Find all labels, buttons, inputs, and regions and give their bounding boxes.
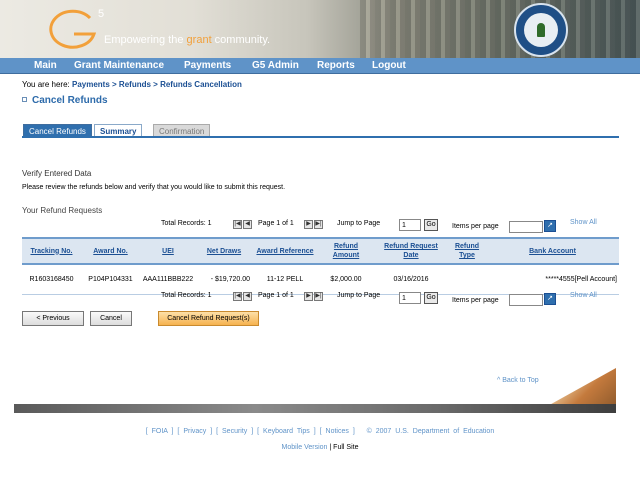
tab-underline [22,136,619,138]
nav-grant-maintenance[interactable]: Grant Maintenance [74,60,164,71]
col-tracking-no[interactable]: Tracking No. [22,237,81,265]
main-nav: Main Grant Maintenance Payments G5 Admin… [0,58,640,74]
pager-top: Total Records: 1 |◀ ◀ Page 1 of 1 ▶ ▶| J… [0,219,640,237]
footer-link-foia[interactable]: FOIA [152,428,168,435]
prev-page-button[interactable]: ◀ [243,292,252,301]
breadcrumb-payments[interactable]: Payments [72,80,110,89]
title-bullet-icon [22,97,27,102]
cell-award-reference: 11-12 PELL [252,264,318,295]
col-refund-type[interactable]: Refund Type [448,237,486,265]
items-per-page-input[interactable] [509,294,543,306]
cell-net-draws: - $19,720.00 [196,264,252,295]
full-site-label: Full Site [333,444,359,451]
table-header-row: Tracking No. Award No. UEI Net Draws Awa… [22,237,619,265]
tagline: Empowering the grant community. [104,34,270,46]
items-per-page-label: Items per page [452,223,499,230]
verify-title: Verify Entered Data [22,169,92,178]
col-refund-request-date[interactable]: Refund Request Date [374,237,448,265]
first-page-button[interactable]: |◀ [233,292,242,301]
breadcrumb-prefix: You are here: [22,80,70,89]
header-photo [360,0,640,58]
show-all-link[interactable]: Show All [570,219,597,226]
col-uei[interactable]: UEI [140,237,196,265]
nav-g5-admin[interactable]: G5 Admin [252,60,299,71]
footer-link-security[interactable]: Security [222,428,247,435]
breadcrumb-refunds[interactable]: Refunds [119,80,151,89]
go-button[interactable]: Go [424,292,438,304]
refunds-table: Tracking No. Award No. UEI Net Draws Awa… [22,237,619,295]
breadcrumb-separator: > [153,80,158,89]
items-per-page-go-icon[interactable]: ↗ [544,220,556,232]
back-to-top-link[interactable]: ^ Back to Top [497,377,539,384]
next-page-button[interactable]: ▶ [304,292,313,301]
footer-links: [ FOIA ] [ Privacy ] [ Security ] [ Keyb… [145,428,495,435]
cell-uei: AAA111BBB222 [140,264,196,295]
cell-bank-account: *****4555[Pell Account] [486,264,619,295]
jump-label: Jump to Page [337,292,381,299]
seal-inner [524,13,558,47]
corner-decoration [544,368,616,408]
requests-title: Your Refund Requests [22,206,103,215]
total-records: Total Records: 1 [161,220,212,227]
logo-superscript: 5 [98,8,105,20]
verify-text: Please review the refunds below and veri… [22,184,286,191]
items-per-page-input[interactable] [509,221,543,233]
tagline-before: Empowering the [104,34,187,46]
cancel-button[interactable]: Cancel [90,311,132,326]
page-label: Page 1 of 1 [258,220,294,227]
footer-link-notices[interactable]: Notices [326,428,349,435]
footer-bar [14,404,616,413]
pager-bottom: Total Records: 1 |◀ ◀ Page 1 of 1 ▶ ▶| J… [0,291,640,309]
nav-logout[interactable]: Logout [372,60,406,71]
items-per-page-label: Items per page [452,297,499,304]
cell-refund-request-date: 03/16/2016 [374,264,448,295]
first-page-button[interactable]: |◀ [233,220,242,229]
breadcrumb-separator: > [112,80,117,89]
total-records: Total Records: 1 [161,292,212,299]
cell-tracking-no: R1603168450 [22,264,81,295]
jump-page-input[interactable] [399,292,421,304]
cell-refund-type [448,264,486,295]
seal-tree-icon [537,23,545,37]
table-row: R1603168450 P104P104331 AAA111BBB222 - $… [22,264,619,295]
go-button[interactable]: Go [424,219,438,231]
last-page-button[interactable]: ▶| [314,220,323,229]
mobile-version-link[interactable]: Mobile Version [282,444,328,451]
jump-label: Jump to Page [337,220,381,227]
items-per-page-go-icon[interactable]: ↗ [544,293,556,305]
jump-page-input[interactable] [399,219,421,231]
tagline-accent: grant [186,34,212,46]
previous-button[interactable]: < Previous [22,311,84,326]
last-page-button[interactable]: ▶| [314,292,323,301]
g5-logo [49,9,97,49]
col-bank-account[interactable]: Bank Account [486,237,619,265]
tagline-after: community. [211,34,271,46]
prev-page-button[interactable]: ◀ [243,220,252,229]
nav-reports[interactable]: Reports [317,60,355,71]
page-label: Page 1 of 1 [258,292,294,299]
nav-main[interactable]: Main [34,60,57,71]
header-banner: 5 Empowering the grant community. [0,0,640,58]
page-title-text: Cancel Refunds [32,95,108,106]
footer-link-keyboard-tips[interactable]: Keyboard Tips [263,428,310,435]
cell-refund-amount: $2,000.00 [318,264,374,295]
cancel-refund-request-button[interactable]: Cancel Refund Request(s) [158,311,259,326]
cell-award-no: P104P104331 [81,264,140,295]
footer-link-privacy[interactable]: Privacy [183,428,206,435]
nav-payments[interactable]: Payments [184,60,231,71]
department-seal-icon [514,3,568,57]
col-refund-amount[interactable]: Refund Amount [318,237,374,265]
col-award-reference[interactable]: Award Reference [252,237,318,265]
footer-copyright: © 2007 U.S. Department of Education [366,428,495,435]
page-title: Cancel Refunds [22,95,108,106]
footer-version: Mobile Version | Full Site [281,444,359,451]
breadcrumb-refunds-cancellation[interactable]: Refunds Cancellation [160,80,242,89]
col-net-draws[interactable]: Net Draws [196,237,252,265]
breadcrumb: You are here: Payments > Refunds > Refun… [22,80,242,89]
col-award-no[interactable]: Award No. [81,237,140,265]
next-page-button[interactable]: ▶ [304,220,313,229]
show-all-link[interactable]: Show All [570,292,597,299]
